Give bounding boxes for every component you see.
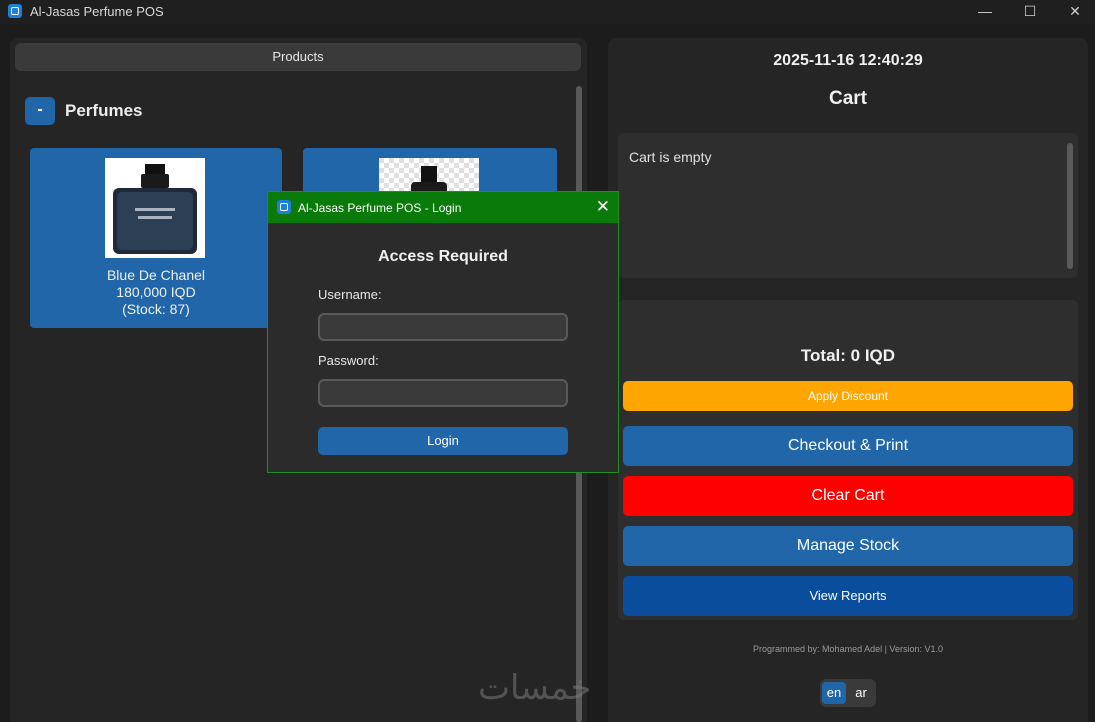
app-icon <box>277 200 291 214</box>
dialog-title: Al-Jasas Perfume POS - Login <box>298 201 462 215</box>
login-dialog: Al-Jasas Perfume POS - Login ✕ Access Re… <box>267 191 619 473</box>
apply-discount-button[interactable]: Apply Discount <box>623 381 1073 411</box>
app-icon <box>8 4 22 18</box>
password-label: Password: <box>318 353 379 368</box>
cart-empty-text: Cart is empty <box>629 149 712 165</box>
product-name: Blue De Chanel <box>106 267 206 283</box>
dialog-heading: Access Required <box>378 248 508 265</box>
close-icon[interactable]: ✕ <box>596 197 610 217</box>
language-ar-button[interactable]: ar <box>849 682 873 704</box>
perfume-bottle-icon <box>105 158 205 258</box>
language-en-button[interactable]: en <box>822 682 846 704</box>
clear-cart-button[interactable]: Clear Cart <box>623 476 1073 516</box>
footer-credit: Programmed by: Mohamed Adel | Version: V… <box>753 644 943 654</box>
minimize-button[interactable]: — <box>962 0 1008 24</box>
product-stock: (Stock: 87) <box>122 301 190 317</box>
maximize-button[interactable]: ☐ <box>1007 0 1053 24</box>
cart-title: Cart <box>828 88 867 109</box>
dialog-title-bar: Al-Jasas Perfume POS - Login ✕ <box>268 192 618 223</box>
watermark: خمسات <box>478 668 592 708</box>
category-title: Perfumes <box>65 101 143 120</box>
username-label: Username: <box>318 287 382 302</box>
username-input[interactable] <box>318 313 568 341</box>
window-title: Al-Jasas Perfume POS <box>30 4 164 19</box>
cart-scrollbar[interactable] <box>1067 143 1073 269</box>
title-bar: Al-Jasas Perfume POS — ☐ ✕ <box>0 0 1095 24</box>
product-card[interactable]: Blue De Chanel 180,000 IQD (Stock: 87) <box>30 148 282 328</box>
products-header: Products <box>15 43 581 71</box>
collapse-category-button[interactable]: - <box>25 97 55 125</box>
login-button[interactable]: Login <box>318 427 568 455</box>
manage-stock-button[interactable]: Manage Stock <box>623 526 1073 566</box>
view-reports-button[interactable]: View Reports <box>623 576 1073 616</box>
cart-total: Total: 0 IQD <box>800 346 896 365</box>
datetime-display: 2025-11-16 12:40:29 <box>773 52 923 69</box>
checkout-print-button[interactable]: Checkout & Print <box>623 426 1073 466</box>
close-button[interactable]: ✕ <box>1052 0 1095 24</box>
password-input[interactable] <box>318 379 568 407</box>
product-price: 180,000 IQD <box>116 284 196 300</box>
language-switch: en ar <box>820 679 876 707</box>
